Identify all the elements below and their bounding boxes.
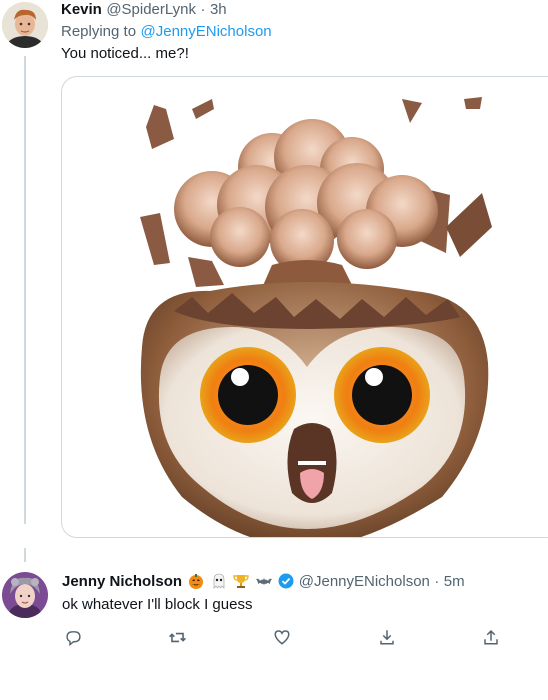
retweet-button[interactable]	[167, 626, 189, 648]
replying-handle-link[interactable]: @JennyENicholson	[141, 23, 272, 40]
separator: ·	[434, 573, 440, 590]
author-handle[interactable]: @SpiderLynk	[106, 1, 196, 18]
share-up-icon	[484, 629, 498, 645]
tweet-text: You noticed... me?!	[61, 45, 189, 62]
ghost-icon	[213, 573, 225, 589]
tweet-text: ok whatever I'll block I guess	[62, 596, 253, 613]
bat-icon	[255, 578, 272, 585]
exploding-head-owl-emoji-icon	[140, 97, 492, 537]
thread-line-bottom	[24, 548, 26, 562]
share-down-icon	[379, 630, 394, 645]
tweet-time[interactable]: 5m	[444, 573, 465, 590]
author-name[interactable]: Jenny Nicholson	[62, 573, 182, 590]
author-handle[interactable]: @JennyENicholson	[299, 573, 430, 590]
reply-button[interactable]	[62, 626, 84, 648]
replying-to: Replying to @JennyENicholson	[61, 23, 272, 41]
tweet-2-header: Jenny Nicholson @JennyENicholson · 5m	[62, 573, 465, 591]
like-button[interactable]	[271, 626, 293, 648]
retweet-icon	[169, 632, 186, 642]
thread-line-top	[24, 56, 26, 524]
tweet-time[interactable]: 3h	[210, 1, 227, 18]
avatar[interactable]	[2, 2, 48, 48]
jack-o-lantern-icon	[189, 574, 204, 589]
separator: ·	[200, 1, 206, 18]
avatar[interactable]	[2, 572, 48, 618]
like-icon	[274, 630, 290, 645]
tweet-actions	[62, 626, 502, 648]
share-up-button[interactable]	[480, 626, 502, 648]
replying-prefix: Replying to	[61, 23, 137, 40]
verified-badge-icon	[278, 573, 294, 589]
author-name[interactable]: Kevin	[61, 1, 102, 18]
share-down-button[interactable]	[376, 626, 398, 648]
tweet-media[interactable]	[61, 76, 548, 538]
reply-icon	[65, 630, 81, 646]
trophy-icon	[233, 575, 250, 588]
jenny-avatar-icon	[2, 572, 48, 618]
kevin-avatar-icon	[2, 2, 48, 48]
tweet-1-header: Kevin @SpiderLynk · 3h	[61, 1, 227, 19]
